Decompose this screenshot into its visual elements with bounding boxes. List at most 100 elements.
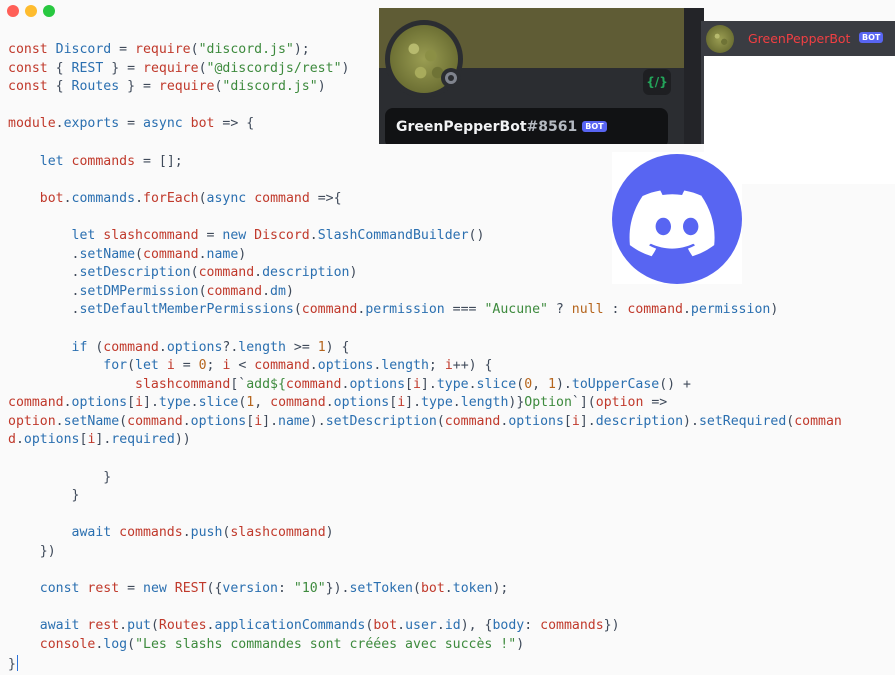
code-token: required <box>111 432 175 448</box>
profile-discriminator: #8561 <box>526 119 578 135</box>
code-token: SlashCommandBuilder <box>317 227 469 243</box>
code-token: for <box>8 358 128 374</box>
code-token: "10" <box>293 581 326 597</box>
code-token: ) <box>238 246 247 262</box>
code-token: ) { <box>325 339 350 355</box>
code-token: ; <box>206 358 223 374</box>
code-token: . <box>182 525 191 541</box>
code-token: ( <box>198 283 207 299</box>
minimize-window-button[interactable] <box>25 5 37 17</box>
code-token: . <box>452 395 461 411</box>
code-token: }) <box>603 618 620 634</box>
code-line: await rest.put(Routes.applicationCommand… <box>8 617 842 636</box>
profile-username: GreenPepperBot#8561 BOT <box>396 119 607 135</box>
code-token: . <box>63 190 72 206</box>
code-token: ]. <box>405 395 422 411</box>
offline-status-icon <box>441 68 461 88</box>
code-token: [ <box>405 376 413 392</box>
code-token: i <box>444 358 453 374</box>
code-token: = <box>174 358 199 374</box>
code-token: type <box>158 395 191 411</box>
code-line: await commands.push(slashcommand) <box>8 524 842 543</box>
code-token: "@discordjs/rest" <box>206 60 342 76</box>
code-token: log <box>103 637 128 652</box>
code-token: 1 <box>548 376 556 392</box>
code-line: for(let i = 0; i < command.options.lengt… <box>8 357 842 376</box>
code-token: command <box>254 190 310 206</box>
code-token: ) <box>325 525 334 541</box>
code-token: bot <box>190 116 215 132</box>
code-token: i <box>254 413 263 429</box>
code-token: . <box>444 581 453 597</box>
code-token: => <box>643 395 668 411</box>
code-token: options <box>23 432 80 448</box>
code-token: commands <box>71 190 136 206</box>
code-token: . <box>55 116 64 132</box>
code-token: = <box>119 116 143 132</box>
code-token: . <box>309 227 318 243</box>
code-token: option <box>595 395 644 411</box>
code-token: command <box>103 339 159 355</box>
code-token: command <box>127 413 183 429</box>
code-token: require <box>158 79 215 95</box>
code-token: command <box>285 376 342 392</box>
code-token: ), { <box>460 618 493 634</box>
code-token: let <box>8 227 104 243</box>
code-token: slashcommand <box>8 376 231 392</box>
code-token: ( <box>119 413 128 429</box>
code-token: , <box>532 376 549 392</box>
active-developer-badge-icon[interactable]: {/} <box>643 69 671 95</box>
code-token: setToken <box>349 581 414 597</box>
code-token: command <box>270 395 326 411</box>
code-token: i <box>571 413 580 429</box>
code-token: = <box>198 227 223 243</box>
code-token: async <box>206 190 255 206</box>
code-token: bot <box>373 618 398 634</box>
code-token: . <box>468 376 477 392</box>
code-token: token <box>452 581 493 597</box>
code-token: id <box>444 618 461 634</box>
maximize-window-button[interactable] <box>43 5 55 17</box>
code-token: module <box>8 116 56 132</box>
code-token: i <box>397 395 406 411</box>
code-token: push <box>190 525 223 541</box>
code-token: . <box>8 265 80 281</box>
code-token: length <box>381 358 429 374</box>
code-token: ). <box>683 413 699 429</box>
code-token: ) <box>285 283 294 299</box>
code-token: setDescription <box>325 413 437 429</box>
code-token: command <box>206 283 263 299</box>
code-token: ); <box>492 581 509 597</box>
code-token: >= <box>285 339 318 355</box>
code-token: command <box>444 413 501 429</box>
code-token: "discord.js" <box>198 42 294 57</box>
code-token: ); <box>293 42 310 57</box>
code-token: bot <box>420 581 445 597</box>
code-token: i <box>166 358 175 374</box>
code-token: ( <box>413 581 421 597</box>
code-token: Routes <box>71 79 120 95</box>
code-token: permission <box>365 302 445 318</box>
close-window-button[interactable] <box>7 5 19 17</box>
profile-bot-tag: BOT <box>582 121 607 132</box>
code-token: { <box>55 60 72 76</box>
code-token: . <box>8 283 80 299</box>
code-token: . <box>8 302 80 318</box>
code-token: Option <box>524 395 572 411</box>
code-token: command <box>198 265 255 281</box>
code-token: ) <box>317 79 326 95</box>
code-token: ). <box>309 413 326 429</box>
code-token: console <box>8 637 96 652</box>
code-line: option.setName(command.options[i].name).… <box>8 413 842 432</box>
code-token: ?. <box>222 339 239 355</box>
code-token: options <box>333 395 390 411</box>
code-line: } <box>8 469 842 488</box>
code-token: body <box>492 618 525 634</box>
code-token: dm <box>270 283 286 299</box>
code-token: () <box>468 227 485 243</box>
code-token: ]. <box>262 413 279 429</box>
code-line: }) <box>8 543 842 562</box>
member-list-item[interactable]: GreenPepperBot BOT <box>701 21 895 56</box>
code-token: permission <box>690 302 771 318</box>
